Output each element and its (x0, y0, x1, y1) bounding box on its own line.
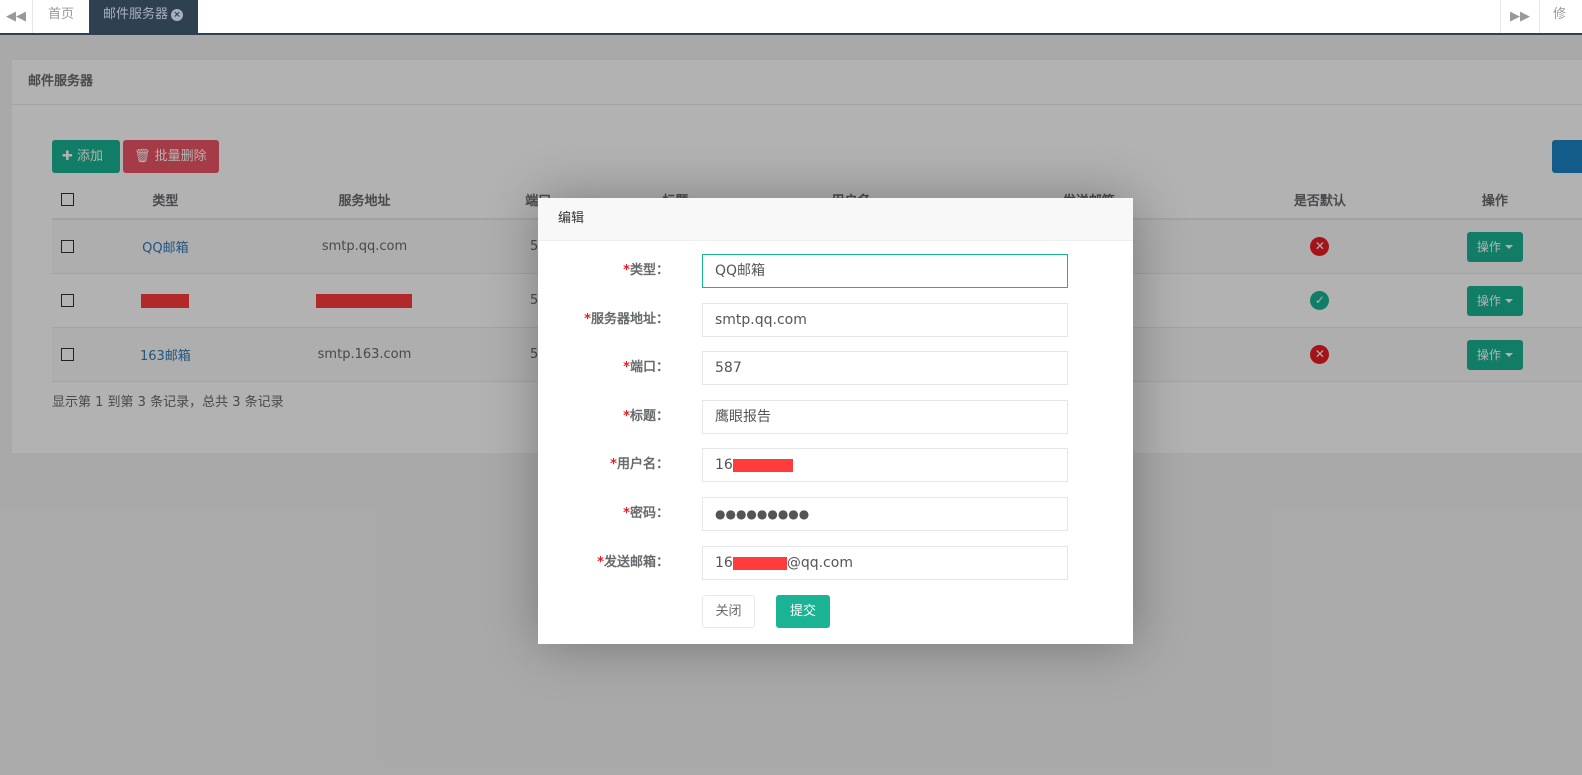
server-address-field[interactable]: smtp.qq.com (702, 303, 1068, 337)
type-field[interactable]: QQ邮箱 (702, 254, 1068, 288)
tab-scroll-left-button[interactable]: ◀◀ (0, 0, 33, 33)
dialog-title: 编辑 (538, 198, 1133, 241)
tab-mail-server[interactable]: 邮件服务器 × (89, 0, 198, 33)
form-row-password: *密码： ●●●●●●●●● (538, 497, 1133, 531)
forward-icon: ▶▶ (1510, 9, 1530, 24)
title-label: *标题： (623, 409, 669, 424)
form-row-server: *服务器地址： smtp.qq.com (538, 303, 1133, 337)
title-field[interactable]: 鹰眼报告 (702, 400, 1068, 434)
sender-email-label: *发送邮箱： (597, 555, 669, 570)
type-label: *类型： (623, 263, 669, 278)
tab-home[interactable]: 首页 (33, 0, 89, 33)
tab-scroll-right-button[interactable]: ▶▶ (1500, 0, 1539, 33)
dialog-buttons: 关闭 提交 (702, 595, 830, 628)
password-field[interactable]: ●●●●●●●●● (702, 497, 1068, 531)
edit-dialog: 编辑 *类型： QQ邮箱 *服务器地址： smtp.qq.com *端口： 58… (538, 198, 1133, 644)
redacted-sender-email (732, 556, 787, 570)
username-value: 16 (715, 457, 733, 473)
close-icon[interactable]: × (171, 9, 184, 21)
redacted-username (732, 458, 793, 472)
server-label: *服务器地址： (584, 312, 669, 327)
tab-home-label: 首页 (48, 7, 75, 22)
port-label: *端口： (623, 360, 669, 375)
sender-email-field[interactable]: 16 @qq.com (702, 546, 1068, 580)
close-button[interactable]: 关闭 (702, 595, 755, 628)
form-row-username: *用户名： 16 (538, 448, 1133, 482)
username-field[interactable]: 16 (702, 448, 1068, 482)
form-row-type: *类型： QQ邮箱 (538, 254, 1133, 288)
sender-email-suffix: @qq.com (786, 555, 853, 571)
form-row-title: *标题： 鹰眼报告 (538, 400, 1133, 434)
tab-edge-item[interactable]: 修 (1539, 0, 1582, 33)
form-row-sender-email: *发送邮箱： 16 @qq.com (538, 546, 1133, 580)
form-row-port: *端口： 587 (538, 351, 1133, 385)
password-label: *密码： (623, 506, 669, 521)
sender-email-prefix: 16 (715, 555, 733, 571)
tab-bar: ◀◀ 首页 邮件服务器 × ▶▶ 修 (0, 0, 1582, 35)
tab-edge-label: 修 (1553, 7, 1567, 22)
submit-button[interactable]: 提交 (776, 595, 830, 628)
port-field[interactable]: 587 (702, 351, 1068, 385)
backward-icon: ◀◀ (6, 9, 26, 24)
tab-mail-server-label: 邮件服务器 (103, 7, 169, 22)
username-label: *用户名： (610, 457, 669, 472)
